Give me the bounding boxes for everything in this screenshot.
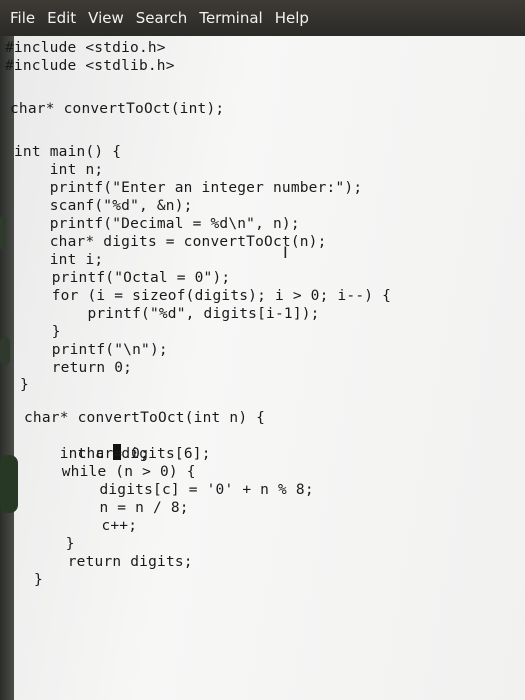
code-line: int n; (14, 162, 104, 178)
code-line: printf("Decimal = %d\n", n); (14, 216, 300, 232)
code-line: while (n > 0) { (26, 464, 196, 480)
code-line: #include <stdio.h> (5, 40, 166, 56)
side-widget (0, 455, 18, 513)
code-line: #include <stdlib.h> (5, 58, 175, 74)
code-line: printf("Octal = 0"); (16, 270, 231, 286)
code-line: int main() { (14, 144, 122, 160)
menu-terminal[interactable]: Terminal (199, 9, 262, 27)
menu-search[interactable]: Search (136, 9, 188, 27)
code-line: char* digits = convertToOct(n); (14, 234, 327, 250)
code-line: n = n / 8; (28, 500, 189, 516)
code-line: int i; (14, 252, 104, 268)
code-line: return digits; (32, 554, 193, 570)
mouse-ibeam-icon: I (283, 243, 288, 262)
code-line: } (16, 324, 61, 340)
code-line: printf("\n"); (16, 342, 168, 358)
code-line: } (20, 377, 29, 393)
code-line: c++; (30, 518, 138, 534)
code-line: return 0; (16, 360, 133, 376)
code-line: digits[c] = '0' + n % 8; (28, 482, 314, 498)
code-line: printf("Enter an integer number:"); (14, 180, 363, 196)
menu-file[interactable]: File (10, 9, 35, 27)
code-line: } (30, 536, 75, 552)
menu-bar: File Edit View Search Terminal Help (0, 0, 525, 36)
menu-help[interactable]: Help (275, 9, 309, 27)
code-line: for (i = sizeof(digits); i > 0; i--) { (16, 288, 392, 304)
code-line: printf("%d", digits[i-1]); (16, 306, 320, 322)
side-widget (0, 216, 6, 250)
code-line: char* convertToOct(int n) { (24, 410, 266, 426)
menu-edit[interactable]: Edit (47, 9, 76, 27)
code-line: } (34, 572, 43, 588)
window-left-edge (0, 36, 14, 700)
side-widget (0, 337, 10, 365)
menu-view[interactable]: View (88, 9, 124, 27)
code-line: int c = 0; (24, 446, 150, 462)
code-line: scanf("%d", &n); (14, 198, 193, 214)
code-line: char* convertToOct(int); (10, 101, 225, 117)
